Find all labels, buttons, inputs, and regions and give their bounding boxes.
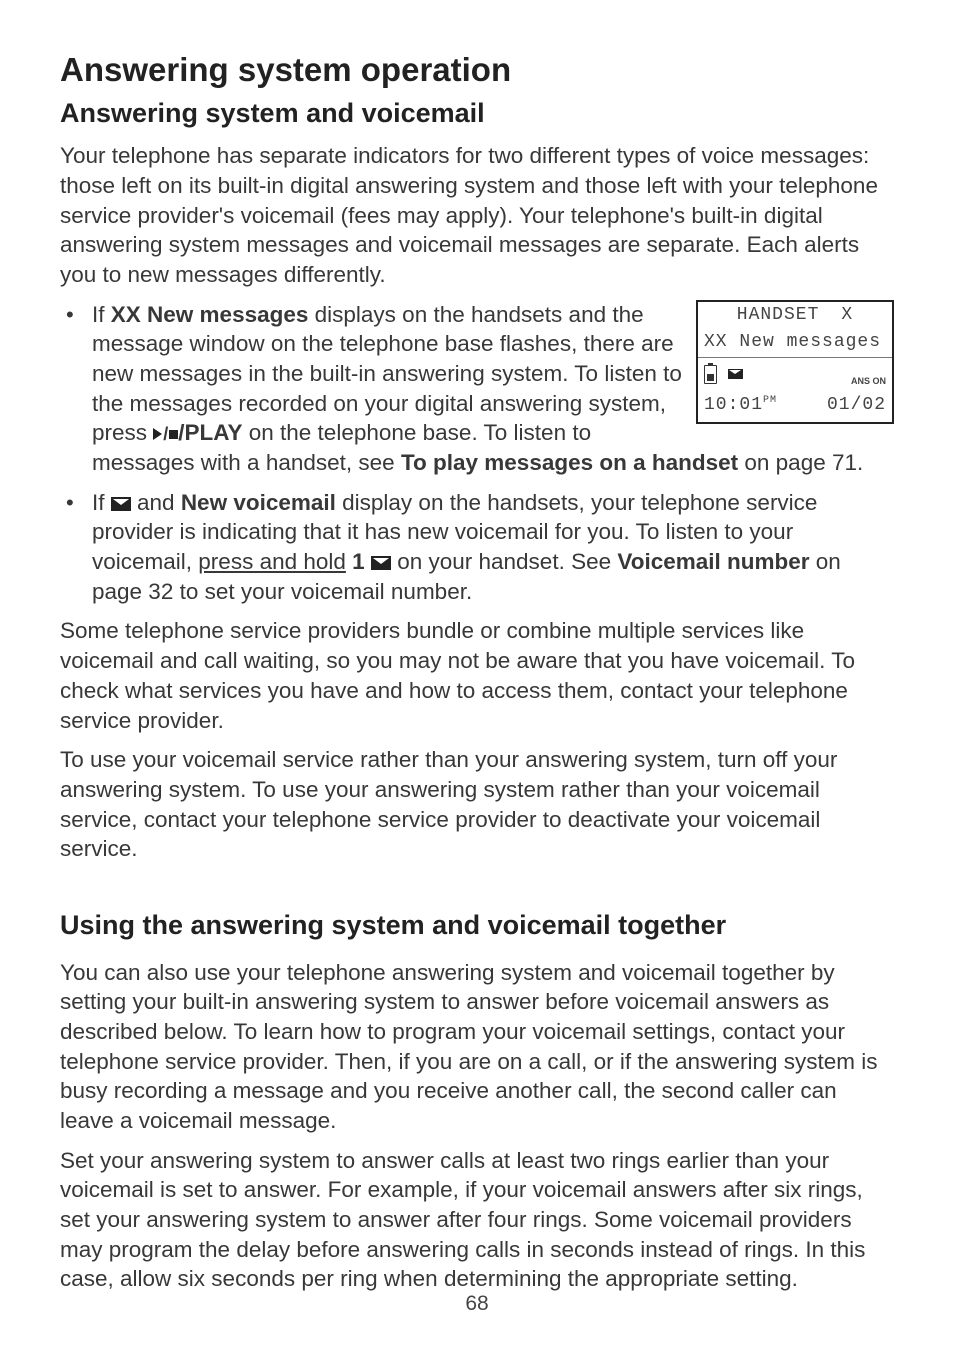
bullet-new-voicemail: If and New voicemail display on the hand… bbox=[60, 488, 894, 607]
bullet2-bold-vmnumber: Voicemail number bbox=[617, 549, 809, 574]
bullet-new-messages: HANDSET X XX New messages ANS ON 10:01PM… bbox=[60, 300, 894, 478]
envelope-icon bbox=[111, 497, 131, 511]
display-new-messages: XX New messages bbox=[704, 331, 881, 355]
display-row-2: XX New messages bbox=[698, 329, 892, 357]
bullet2-text-mid1: and bbox=[131, 490, 181, 515]
section-heading-answering-voicemail: Answering system and voicemail bbox=[60, 96, 894, 132]
display-time: 10:01PM bbox=[704, 394, 777, 418]
bullet1-bold-xx-new: XX New messages bbox=[111, 302, 309, 327]
paragraph-bundle: Some telephone service providers bundle … bbox=[60, 616, 894, 735]
envelope-icon bbox=[371, 556, 391, 570]
display-time-ampm: PM bbox=[763, 395, 777, 406]
display-date: 01/02 bbox=[827, 394, 886, 418]
play-stop-icon: / bbox=[153, 428, 178, 440]
display-handset-label: HANDSET bbox=[737, 304, 820, 328]
display-handset-number: X bbox=[841, 304, 853, 328]
bullet2-bold-1: 1 bbox=[352, 549, 365, 574]
bullet1-bold-play: /PLAY bbox=[178, 420, 242, 445]
bullet1-text-tail: on page 71. bbox=[738, 450, 863, 475]
bullet1-text-pre: If bbox=[92, 302, 111, 327]
page-number: 68 bbox=[0, 1290, 954, 1318]
bullet1-bold-toplay: To play messages on a handset bbox=[401, 450, 738, 475]
envelope-icon bbox=[728, 369, 743, 379]
display-time-value: 10:01 bbox=[704, 395, 763, 415]
display-icons bbox=[704, 364, 743, 388]
bullet2-text-pre: If bbox=[92, 490, 111, 515]
display-row-4: 10:01PM 01/02 bbox=[698, 392, 892, 422]
section-heading-together: Using the answering system and voicemail… bbox=[60, 908, 894, 944]
bullet2-text-mid5: on your handset. See bbox=[391, 549, 617, 574]
display-row-1: HANDSET X bbox=[698, 302, 892, 330]
paragraph-together-2: Set your answering system to answer call… bbox=[60, 1146, 894, 1294]
display-ans-on: ANS ON bbox=[851, 376, 886, 388]
battery-icon bbox=[704, 365, 717, 384]
bullet2-bold-newvm: New voicemail bbox=[181, 490, 336, 515]
paragraph-use-rather: To use your voicemail service rather tha… bbox=[60, 745, 894, 864]
paragraph-together-1: You can also use your telephone answerin… bbox=[60, 958, 894, 1136]
bullet2-underline-press: press and hold bbox=[198, 549, 346, 574]
display-row-3: ANS ON bbox=[698, 357, 892, 392]
handset-display: HANDSET X XX New messages ANS ON 10:01PM… bbox=[696, 300, 894, 424]
page-title: Answering system operation bbox=[60, 48, 894, 92]
intro-paragraph: Your telephone has separate indicators f… bbox=[60, 141, 894, 289]
